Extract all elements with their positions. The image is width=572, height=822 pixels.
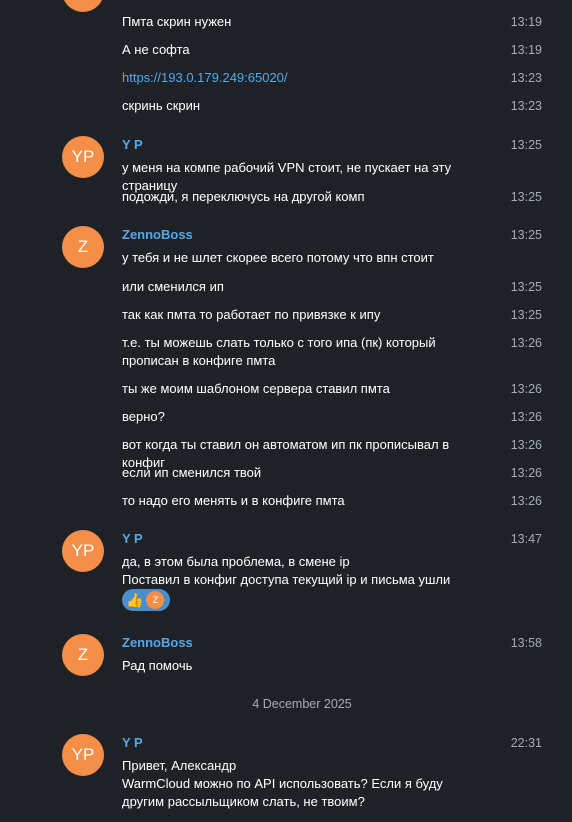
- message-time: 22:31: [510, 736, 542, 750]
- sender-name[interactable]: ZennoBoss: [122, 635, 193, 651]
- avatar[interactable]: [62, 0, 104, 12]
- message-text: ты же моим шаблоном сервера ставил пмта: [122, 381, 390, 396]
- message-time: 13:25: [510, 280, 542, 294]
- message-link[interactable]: https://193.0.179.249:65020/: [122, 69, 492, 87]
- message-text: да, в этом была проблема, в смене ip: [122, 554, 350, 569]
- message-time: 13:26: [510, 410, 542, 424]
- message-text: т.е. ты можешь слать только с того ипа (…: [122, 335, 436, 368]
- avatar-yp[interactable]: YP: [62, 734, 104, 776]
- message-text: Рад помочь: [122, 658, 193, 673]
- avatar-yp[interactable]: YP: [62, 136, 104, 178]
- message-time: 13:25: [510, 190, 542, 204]
- message-text: подожди, я переключусь на другой комп: [122, 189, 365, 204]
- message-time: 13:26: [510, 466, 542, 480]
- message-text: Поставил в конфиг доступа текущий ip и п…: [122, 572, 451, 587]
- message-time: 13:25: [510, 228, 542, 242]
- message-text: то надо его менять и в конфиге пмта: [122, 493, 345, 508]
- message-time: 13:19: [510, 15, 542, 29]
- reaction-badge[interactable]: 👍 Z: [122, 589, 170, 611]
- thumbs-up-icon: 👍: [126, 592, 144, 608]
- message-text: если ип сменился твой: [122, 465, 262, 480]
- message-text: или сменился ип: [122, 279, 224, 294]
- message-time: 13:23: [510, 99, 542, 113]
- message-text: так как пмта то работает по привязке к и…: [122, 307, 381, 322]
- avatar-yp[interactable]: YP: [62, 530, 104, 572]
- message-text: верно?: [122, 409, 165, 424]
- message-text: А не софта: [122, 42, 190, 57]
- message-time: 13:26: [510, 494, 542, 508]
- message-time: 13:58: [510, 636, 542, 650]
- message-text: Пмта скрин нужен: [122, 14, 232, 29]
- sender-name[interactable]: Y P: [122, 531, 143, 547]
- message-text: скринь скрин: [122, 98, 201, 113]
- sender-name[interactable]: Y P: [122, 735, 143, 751]
- message-time: 13:26: [510, 382, 542, 396]
- sender-name[interactable]: ZennoBoss: [122, 227, 193, 243]
- message-time: 13:26: [510, 438, 542, 452]
- sender-name[interactable]: Y P: [122, 137, 143, 153]
- message-time: 13:25: [510, 138, 542, 152]
- reaction-avatar: Z: [146, 591, 165, 609]
- message-time: 13:19: [510, 43, 542, 57]
- avatar-zennoboss[interactable]: Z: [62, 226, 104, 268]
- message-text: WarmCloud можно по API использовать? Есл…: [122, 776, 443, 809]
- message-time: 13:23: [510, 71, 542, 85]
- message-time: 13:47: [510, 532, 542, 546]
- avatar-zennoboss[interactable]: Z: [62, 634, 104, 676]
- date-separator: 4 December 2025: [252, 697, 352, 711]
- message-text: у тебя и не шлет скорее всего потому что…: [122, 250, 434, 265]
- message-text: Привет, Александр: [122, 758, 237, 773]
- message-time: 13:26: [510, 336, 542, 350]
- message-time: 13:25: [510, 308, 542, 322]
